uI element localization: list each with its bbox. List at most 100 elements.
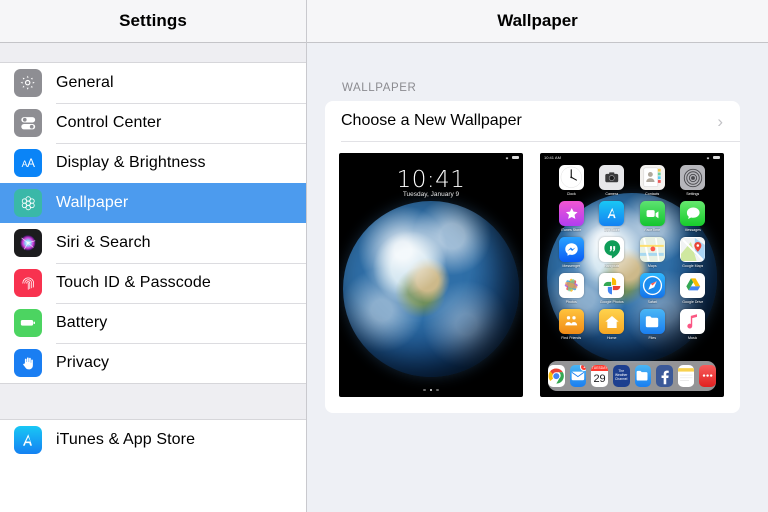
home-app-messenger[interactable]: Messenger [551, 237, 592, 268]
clock-icon [558, 165, 584, 190]
sidebar-item-siri-search[interactable]: Siri & Search [0, 223, 306, 263]
page-title: Wallpaper [497, 11, 578, 30]
files-icon [639, 309, 665, 334]
app-label: Hangouts [604, 264, 620, 268]
hand-icon [14, 349, 42, 377]
page-dot [423, 388, 426, 391]
settings-sidebar: Settings General Control Center AA Display … [0, 0, 307, 512]
status-icons [504, 155, 519, 160]
home-status-bar: 10:41 AM [540, 153, 724, 162]
home-app-google-drive[interactable]: Google Drive [673, 273, 714, 304]
sidebar-top-gap [0, 43, 306, 63]
sidebar-item-general[interactable]: General [0, 63, 306, 103]
page-dot [436, 388, 439, 391]
files-icon[interactable] [634, 365, 652, 387]
notification-badge: 1 [580, 365, 587, 371]
detail-header: Wallpaper [307, 0, 768, 43]
sidebar-item-label: Display & Brightness [56, 154, 206, 171]
home-app-messages[interactable]: Messages [673, 201, 714, 232]
home-app-google-photos[interactable]: Google Photos [592, 273, 633, 304]
photos-icon [558, 273, 584, 298]
home-app-clock[interactable]: Clock [551, 165, 592, 196]
sidebar-item-touch-id-passcode[interactable]: Touch ID & Passcode [0, 263, 306, 303]
sidebar-group: iTunes & App Store [0, 420, 306, 460]
home-app-music[interactable]: Music [673, 309, 714, 340]
google-maps-icon [680, 237, 706, 262]
google-drive-icon [680, 273, 706, 298]
home-app-settings[interactable]: Settings [673, 165, 714, 196]
sidebar-item-battery[interactable]: Battery [0, 303, 306, 343]
home-screen-preview[interactable]: 10:41 AM Clock Camera Contacts Settings iTun… [540, 153, 724, 397]
home-app-contacts[interactable]: Contacts [632, 165, 673, 196]
home-app-app-store[interactable]: App Store [592, 201, 633, 232]
status-icons [705, 155, 720, 160]
page-dots [339, 388, 523, 391]
weather-icon[interactable]: The Weather Channel [612, 365, 630, 387]
home-app-safari[interactable]: Safari [632, 273, 673, 304]
app-label: Home [606, 336, 617, 340]
mail-icon[interactable]: 1 [569, 365, 587, 387]
sidebar-item-itunes-app-store[interactable]: iTunes & App Store [0, 420, 306, 460]
choose-new-wallpaper-row[interactable]: Choose a New Wallpaper › [325, 101, 740, 141]
home-dock: 1 TUESDAY 29 The Weather Channel [548, 361, 716, 391]
flower-icon [14, 189, 42, 217]
app-label: Files [648, 336, 657, 340]
app-label: Messenger [562, 264, 581, 268]
sidebar-item-label: iTunes & App Store [56, 431, 196, 448]
music-icon [680, 309, 706, 334]
sliders-icon [14, 109, 42, 137]
chrome-icon[interactable] [548, 365, 565, 387]
sidebar-header: Settings [0, 0, 306, 43]
sidebar-item-control-center[interactable]: Control Center [0, 103, 306, 143]
wifi-icon [706, 156, 710, 160]
home-app-maps[interactable]: Maps [632, 237, 673, 268]
safari-icon [639, 273, 665, 298]
home-app-hangouts[interactable]: Hangouts [592, 237, 633, 268]
app-label: Camera [605, 192, 619, 196]
wallpaper-card: Choose a New Wallpaper › 10:41 Tuesday, … [325, 101, 740, 413]
find-friends-icon [558, 309, 584, 334]
app-label: Settings [686, 192, 700, 196]
home-icon [599, 309, 625, 334]
camera-icon [599, 165, 625, 190]
section-label-wallpaper: WALLPAPER [342, 82, 417, 94]
lock-status-bar [339, 153, 523, 162]
sidebar-item-label: Wallpaper [56, 194, 129, 211]
choose-new-wallpaper-label: Choose a New Wallpaper [341, 112, 522, 129]
sidebar-item-label: Privacy [56, 354, 110, 371]
home-app-home[interactable]: Home [592, 309, 633, 340]
sidebar-title: Settings [119, 11, 187, 30]
home-app-itunes-store[interactable]: iTunes Store [551, 201, 592, 232]
app-label: Contacts [645, 192, 660, 196]
facebook-icon[interactable] [656, 365, 673, 387]
lock-screen-time: 10:41 [396, 167, 466, 193]
earth-wallpaper-lock [343, 201, 519, 377]
app-label: Maps [647, 264, 657, 268]
gear-icon [14, 69, 42, 97]
app-label: Safari [647, 300, 657, 304]
app-label: Google Drive [682, 300, 704, 304]
sidebar-item-privacy[interactable]: Privacy [0, 343, 306, 383]
home-app-camera[interactable]: Camera [592, 165, 633, 196]
wallpaper-previews: 10:41 Tuesday, January 9 10:41 AM Clock … [325, 142, 740, 413]
home-app-facetime[interactable]: FaceTime [632, 201, 673, 232]
more-icon[interactable] [699, 365, 716, 387]
sidebar-item-wallpaper[interactable]: Wallpaper [0, 183, 306, 223]
home-app-find-friends[interactable]: Find Friends [551, 309, 592, 340]
app-label: App Store [603, 228, 620, 232]
aa-text-icon: AA [14, 149, 42, 177]
sidebar-group-separator [0, 383, 306, 420]
home-app-files[interactable]: Files [632, 309, 673, 340]
siri-icon [14, 229, 42, 257]
home-app-google-maps[interactable]: Google Maps [673, 237, 714, 268]
battery-status-icon [512, 155, 519, 160]
messages-icon [680, 201, 706, 226]
fingerprint-icon [14, 269, 42, 297]
calendar-icon[interactable]: TUESDAY 29 [591, 365, 608, 387]
notes-icon[interactable] [677, 365, 695, 387]
sidebar-item-display-brightness[interactable]: AA Display & Brightness [0, 143, 306, 183]
home-app-photos[interactable]: Photos [551, 273, 592, 304]
itunes-store-icon [558, 201, 584, 226]
lock-screen-preview[interactable]: 10:41 Tuesday, January 9 [339, 153, 523, 397]
maps-icon [639, 237, 665, 262]
